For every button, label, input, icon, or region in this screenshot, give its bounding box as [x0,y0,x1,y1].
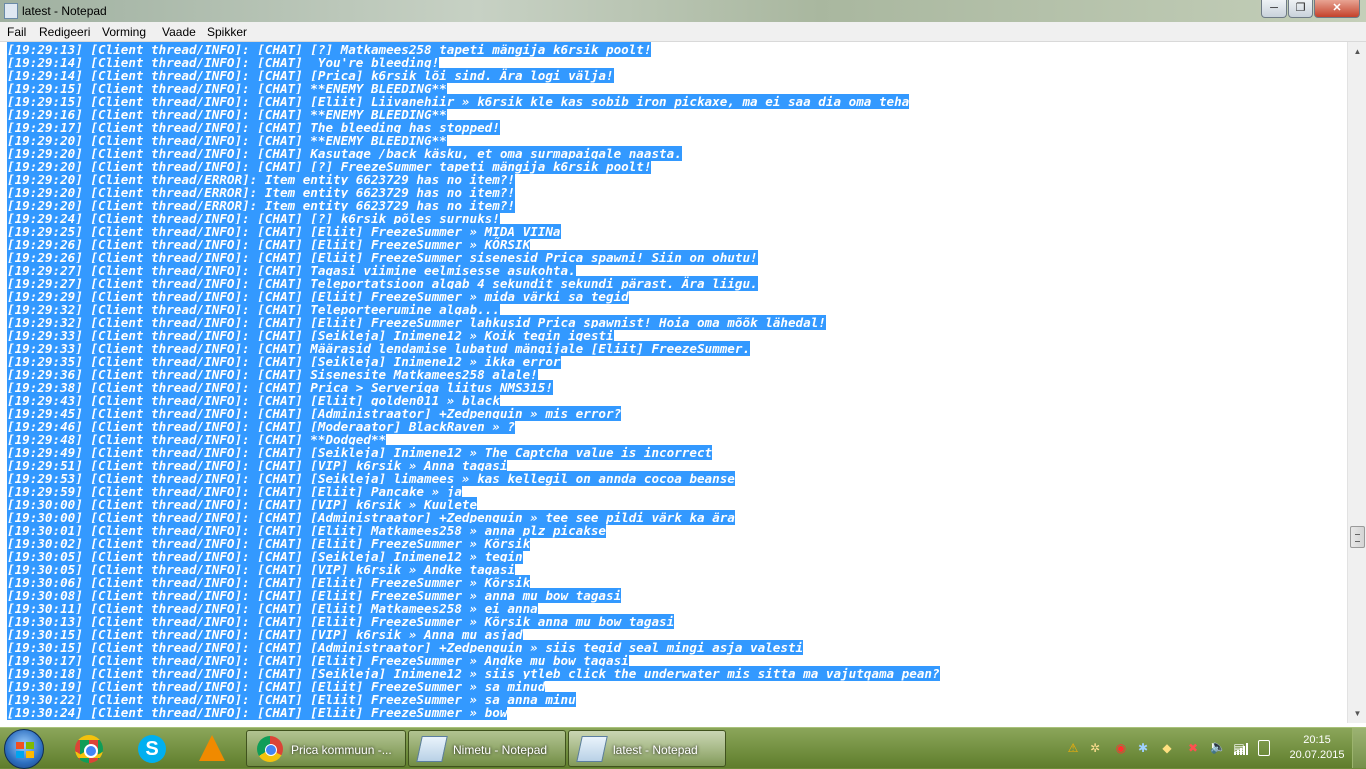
menu-help[interactable]: Spikker [207,25,247,39]
vlc-icon [199,735,225,761]
clock-time: 20:15 [1303,734,1331,746]
clock[interactable]: 20:15 20.07.2015 [1288,733,1346,763]
minimize-button[interactable]: ─ [1261,0,1287,18]
menu-view[interactable]: Vaade [162,25,196,39]
system-tray: ⚠ ✲ ◉ ✱ ◆ ✖ ⚑ ▤ [1062,728,1288,768]
taskbar-button-label: Prica kommuun -... [291,743,392,757]
pinned-skype[interactable]: S [128,732,176,766]
close-button[interactable]: ✕ [1314,0,1360,18]
taskbar-button-chrome[interactable]: Prica kommuun -... [246,730,406,767]
log-line-text: [19:30:24] [Client thread/INFO]: [CHAT] … [7,705,508,720]
antivirus-icon[interactable]: ◉ [1114,741,1128,755]
signal-bars-icon[interactable] [1234,742,1248,755]
menu-format[interactable]: Vorming [102,25,146,39]
skype-icon: S [138,735,166,763]
game-icon[interactable]: ◆ [1160,741,1174,755]
clock-date: 20.07.2015 [1289,749,1345,761]
notepad-icon [416,736,448,762]
text-editor-area[interactable]: [19:29:13] [Client thread/INFO]: [CHAT] … [0,42,1347,723]
network-tools-icon[interactable]: ✲ [1088,741,1102,755]
taskbar-button-label: Nimetu - Notepad [453,743,548,757]
scroll-thumb[interactable] [1350,526,1365,548]
vertical-scrollbar[interactable]: ▲ ▼ [1347,42,1366,723]
window-title: latest - Notepad [22,4,107,18]
notepad-window: latest - Notepad ─ ❐ ✕ Fail Redigeeri Vo… [0,0,1366,727]
taskbar-button-latest-notepad[interactable]: latest - Notepad [568,730,726,767]
taskbar-button-label: latest - Notepad [613,743,698,757]
taskbar: S Prica kommuun -... Nimetu - Notepad la… [0,727,1366,769]
battery-icon[interactable] [1258,740,1270,756]
pinned-vlc[interactable] [188,732,236,766]
taskbar-button-nimetu-notepad[interactable]: Nimetu - Notepad [408,730,566,767]
menu-bar: Fail Redigeeri Vorming Vaade Spikker [0,22,1366,42]
scroll-down-icon[interactable]: ▼ [1350,706,1365,721]
warning-icon[interactable]: ⚠ [1066,741,1080,755]
menu-edit[interactable]: Redigeeri [39,25,90,39]
app-close-icon[interactable]: ✖ [1186,741,1200,755]
windows-flag-icon [16,742,34,758]
chrome-icon [257,736,283,762]
menu-file[interactable]: Fail [7,25,26,39]
start-button[interactable] [4,729,44,769]
title-bar[interactable]: latest - Notepad ─ ❐ ✕ [0,0,1366,22]
pinned-chrome[interactable] [65,732,113,766]
scroll-up-icon[interactable]: ▲ [1350,44,1365,59]
log-line: [19:30:24] [Client thread/INFO]: [CHAT] … [7,705,508,720]
notepad-app-icon [4,3,18,19]
volume-icon[interactable]: 🔈 [1210,741,1226,755]
bluetooth-icon[interactable]: ✱ [1136,741,1150,755]
notepad-icon [576,736,608,762]
show-desktop-button[interactable] [1352,728,1366,768]
maximize-button[interactable]: ❐ [1288,0,1313,18]
chrome-icon [75,735,103,763]
